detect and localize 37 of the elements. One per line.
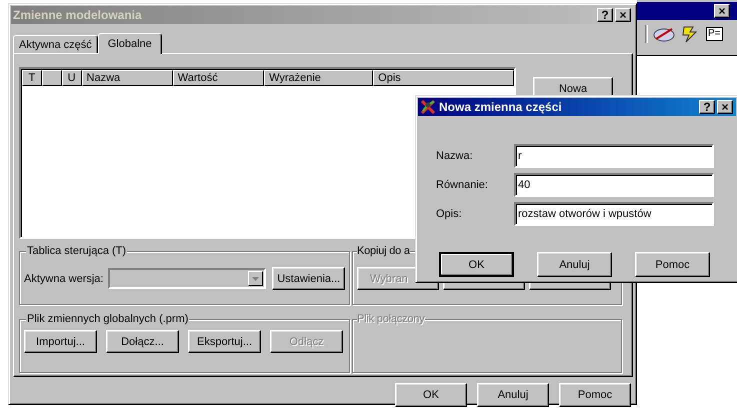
file-button[interactable]: Dołącz... <box>106 330 179 353</box>
group-title: Plik zmiennych globalnych (.prm) <box>26 313 190 325</box>
app-icon <box>420 99 436 115</box>
input-field[interactable]: rozstaw otworów i wpustów <box>514 202 714 226</box>
settings-button[interactable]: Ustawienia... <box>272 267 345 290</box>
field-label: Równanie: <box>436 179 489 191</box>
column-header[interactable]: Opis <box>373 70 514 86</box>
field-label: Nazwa: <box>436 150 474 162</box>
dialog-button[interactable]: OK <box>395 383 467 407</box>
input-field[interactable]: r <box>514 144 714 168</box>
dialog-button[interactable]: Pomoc <box>559 383 631 407</box>
column-header[interactable]: Nazwa <box>82 70 173 86</box>
group-title: Tablica sterująca (T) <box>26 245 128 257</box>
dialog-button[interactable]: Pomoc <box>635 252 710 277</box>
dialog-button[interactable]: OK <box>439 252 514 277</box>
window-title: Zmienne modelowania <box>13 8 143 22</box>
window-title: Nowa zmienna części <box>439 100 563 114</box>
dialog-button[interactable]: Anuluj <box>477 383 549 407</box>
dialog-button[interactable]: Anuluj <box>537 252 612 277</box>
group-title: Kopiuj do a <box>357 246 410 257</box>
field-label: Aktywna wersja: <box>24 272 104 284</box>
close-button[interactable]: × <box>714 4 730 18</box>
group-title: Plik połączony <box>357 314 425 325</box>
file-button[interactable]: Eksportuj... <box>188 330 261 353</box>
help-button[interactable]: ? <box>699 100 715 114</box>
file-button[interactable]: Importuj... <box>24 330 97 353</box>
field-label: Opis: <box>436 208 463 220</box>
tab[interactable]: Aktywna część <box>13 35 98 53</box>
column-header[interactable]: U <box>62 70 82 86</box>
close-button[interactable]: × <box>717 100 733 114</box>
column-header[interactable]: Wyrażenie <box>264 70 374 86</box>
tab[interactable]: Globalne <box>98 33 162 54</box>
column-header[interactable]: Wartość <box>172 70 264 86</box>
column-header[interactable]: T <box>22 70 42 86</box>
column-header[interactable] <box>42 70 62 86</box>
toolbar-button[interactable]: P= <box>706 27 723 41</box>
input-field[interactable]: 40 <box>514 173 714 197</box>
